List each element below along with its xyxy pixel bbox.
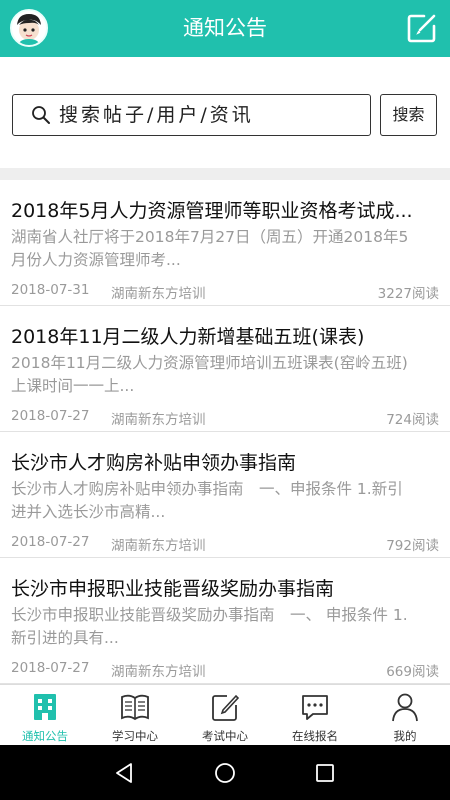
search-box[interactable] — [12, 94, 371, 136]
tab-label: 我的 — [393, 729, 417, 743]
book-icon — [121, 694, 149, 721]
news-views: 792阅读 — [386, 538, 439, 554]
news-title: 长沙市人才购房补贴申领办事指南 — [11, 452, 297, 474]
news-source: 湖南新东方培训 — [111, 286, 206, 302]
news-date: 2018-07-27 — [11, 534, 90, 550]
news-views: 669阅读 — [386, 664, 439, 680]
top-header: 通知公告 — [0, 0, 450, 57]
tab-online-registration[interactable]: 在线报名 — [270, 685, 360, 745]
tab-mine[interactable]: 我的 — [360, 685, 450, 745]
search-area: 搜索 — [0, 57, 450, 168]
news-item[interactable]: 2018年11月二级人力新增基础五班(课表) 2018年11月二级人力资源管理师… — [0, 306, 450, 432]
tab-label: 在线报名 — [292, 729, 338, 743]
tab-notices[interactable]: 通知公告 — [0, 685, 90, 745]
recents-icon[interactable] — [313, 761, 337, 785]
search-button[interactable]: 搜索 — [380, 94, 437, 136]
news-date: 2018-07-27 — [11, 660, 90, 676]
news-summary: 湖南省人社厅将于2018年7月27日（周五）开通2018年5月份人力资源管理师考… — [11, 228, 409, 269]
news-summary: 长沙市申报职业技能晋级奖励办事指南 一、 申报条件 1.新引进的具有... — [11, 606, 408, 647]
search-input[interactable] — [59, 95, 359, 135]
news-views: 3227阅读 — [377, 286, 439, 302]
app-screen: 通知公告 搜索 2018年5月人力资源管理师等职业资格考试成... 湖南省人社厅… — [0, 0, 450, 800]
news-title: 2018年5月人力资源管理师等职业资格考试成... — [11, 200, 413, 222]
tab-label: 学习中心 — [112, 729, 158, 743]
news-title: 2018年11月二级人力新增基础五班(课表) — [11, 326, 365, 348]
news-summary: 长沙市人才购房补贴申领办事指南 一、申报条件 1.新引进并入选长沙市高精... — [11, 480, 403, 521]
user-icon — [392, 693, 418, 722]
news-source: 湖南新东方培训 — [111, 538, 206, 554]
tab-label: 考试中心 — [202, 729, 248, 743]
news-source: 湖南新东方培训 — [111, 412, 206, 428]
bottom-tab-bar: 通知公告 学习中心 考试中心 在线报名 我的 — [0, 684, 450, 745]
edit-icon — [212, 694, 240, 721]
back-icon[interactable] — [112, 761, 136, 785]
news-title: 长沙市申报职业技能晋级奖励办事指南 — [11, 578, 335, 600]
tab-study-center[interactable]: 学习中心 — [90, 685, 180, 745]
compose-icon — [407, 14, 436, 43]
news-list: 2018年5月人力资源管理师等职业资格考试成... 湖南省人社厅将于2018年7… — [0, 180, 450, 684]
news-item[interactable]: 长沙市人才购房补贴申领办事指南 长沙市人才购房补贴申领办事指南 一、申报条件 1… — [0, 432, 450, 558]
system-nav-bar — [0, 745, 450, 800]
news-source: 湖南新东方培训 — [111, 664, 206, 680]
news-summary: 2018年11月二级人力资源管理师培训五班课表(窑岭五班) 上课时间一一上... — [11, 354, 411, 395]
chat-icon — [302, 695, 328, 720]
tab-exam-center[interactable]: 考试中心 — [180, 685, 270, 745]
section-divider — [0, 168, 450, 180]
compose-button[interactable] — [406, 12, 438, 44]
news-views: 724阅读 — [386, 412, 439, 428]
building-icon — [34, 694, 56, 720]
home-icon[interactable] — [213, 761, 237, 785]
news-item[interactable]: 长沙市申报职业技能晋级奖励办事指南 长沙市申报职业技能晋级奖励办事指南 一、 申… — [0, 558, 450, 684]
search-icon — [32, 106, 50, 124]
news-date: 2018-07-31 — [11, 282, 90, 298]
news-date: 2018-07-27 — [11, 408, 90, 424]
tab-label: 通知公告 — [22, 729, 68, 743]
news-item[interactable]: 2018年5月人力资源管理师等职业资格考试成... 湖南省人社厅将于2018年7… — [0, 180, 450, 306]
page-title: 通知公告 — [183, 16, 267, 40]
